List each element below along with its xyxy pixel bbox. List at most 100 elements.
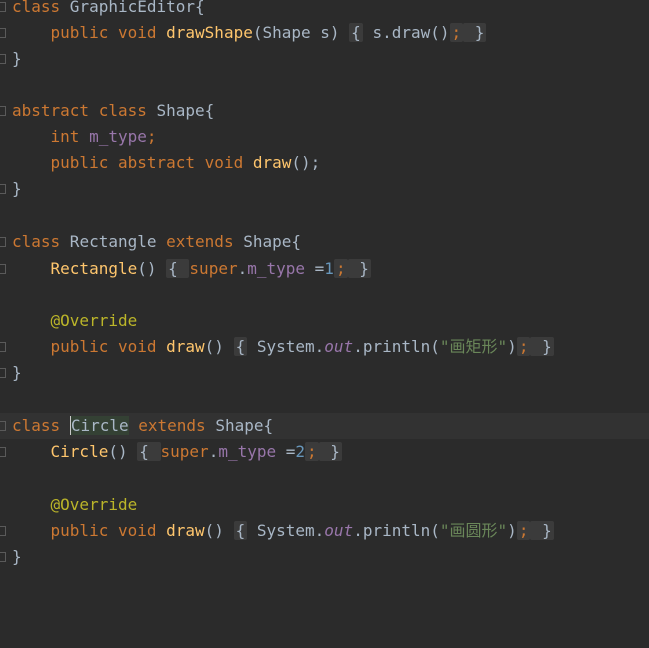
code-line[interactable]: class Rectangle extends Shape{ [0, 229, 649, 255]
token: s.draw() [362, 23, 450, 42]
code-line[interactable]: int m_type; [0, 124, 649, 150]
token-at-caret[interactable]: Circle [69, 416, 129, 435]
token: ; [146, 127, 157, 146]
fold-marker-icon[interactable] [0, 342, 6, 352]
fold-marker-icon[interactable] [0, 421, 6, 431]
folded-block-end[interactable]: } [463, 23, 487, 42]
code-editor[interactable]: class GraphicEditor{ public void drawSha… [0, 0, 649, 576]
token: draw [166, 521, 205, 540]
token: void [117, 337, 157, 356]
token: super [189, 259, 238, 278]
token: 2 [295, 442, 306, 461]
token: . [237, 259, 248, 278]
token: m_type [89, 127, 147, 146]
fold-marker-icon[interactable] [0, 237, 6, 247]
token: { [139, 442, 149, 461]
token: abstract [12, 101, 90, 120]
fold-marker-icon[interactable] [0, 54, 6, 64]
code-line[interactable]: } [0, 360, 649, 386]
code-line[interactable]: @Override [0, 492, 649, 518]
token: Shape{ [146, 101, 215, 120]
token: ) [507, 521, 517, 540]
folded-block[interactable]: { [233, 337, 248, 356]
folded-block[interactable]: { [137, 442, 161, 461]
token: void [117, 521, 157, 540]
token: m_type [247, 259, 306, 278]
token: GraphicEditor{ [60, 0, 205, 16]
folded-block-end[interactable]: } [318, 442, 342, 461]
token: out [324, 521, 354, 540]
token: ; [449, 23, 464, 42]
token: (); [291, 153, 321, 172]
code-line[interactable]: @Override [0, 308, 649, 334]
token: { [235, 337, 246, 356]
token: draw [252, 153, 292, 172]
token: m_type [218, 442, 277, 461]
folded-block[interactable]: { [166, 259, 190, 278]
token: @Override [50, 311, 138, 330]
token: ; [333, 259, 348, 278]
code-line[interactable]: Circle() { super.m_type =2; } [0, 439, 649, 465]
token: out [324, 337, 354, 356]
token: = [276, 442, 296, 461]
code-line[interactable]: public void draw() { System.out.println(… [0, 518, 649, 544]
token: class [12, 416, 61, 435]
token: Shape{ [233, 232, 302, 251]
folded-block-end[interactable]: } [530, 521, 554, 540]
code-line[interactable]: public void draw() { System.out.println(… [0, 334, 649, 360]
token: (Shape s) [252, 23, 350, 42]
token: { [351, 23, 361, 42]
fold-marker-icon[interactable] [0, 106, 6, 116]
fold-marker-icon[interactable] [0, 368, 6, 378]
code-line[interactable]: } [0, 544, 649, 570]
fold-marker-icon[interactable] [0, 2, 6, 12]
token: System. [247, 337, 325, 356]
token: draw [166, 337, 205, 356]
code-line[interactable]: class GraphicEditor{ [0, 0, 649, 20]
token: .println( [353, 337, 440, 356]
token: } [465, 23, 485, 42]
fold-marker-icon[interactable] [0, 526, 6, 536]
token: Circle [50, 442, 109, 461]
token: } [532, 521, 552, 540]
token: class [98, 101, 147, 120]
token: .println( [353, 521, 440, 540]
token: "画圆形" [439, 521, 508, 540]
token: @Override [50, 495, 138, 514]
code-line[interactable]: } [0, 46, 649, 72]
token: () [204, 521, 234, 540]
fold-marker-icon[interactable] [0, 447, 6, 457]
token: Shape{ [205, 416, 274, 435]
token: ) [507, 337, 517, 356]
code-line[interactable]: public void drawShape(Shape s) { s.draw(… [0, 20, 649, 46]
token: () [204, 337, 234, 356]
token: "画矩形" [439, 337, 508, 356]
token: Rectangle [50, 259, 138, 278]
folded-block[interactable]: { [233, 521, 248, 540]
folded-block-end[interactable]: } [347, 259, 371, 278]
token: . [208, 442, 219, 461]
folded-block[interactable]: { [349, 23, 363, 42]
token: { [168, 259, 178, 278]
fold-marker-icon[interactable] [0, 184, 6, 194]
fold-marker-icon[interactable] [0, 264, 6, 274]
fold-marker-icon[interactable] [0, 28, 6, 38]
token: void [117, 23, 157, 42]
token: int [50, 127, 80, 146]
token: } [12, 363, 22, 382]
token: void [204, 153, 244, 172]
code-line[interactable]: abstract class Shape{ [0, 98, 649, 124]
folded-block-end[interactable]: } [530, 337, 554, 356]
token: class [12, 0, 61, 16]
token: } [349, 259, 369, 278]
code-line[interactable]: } [0, 176, 649, 202]
token: System. [247, 521, 325, 540]
token: () [108, 442, 138, 461]
token: } [12, 49, 22, 68]
token: class [12, 232, 61, 251]
code-line-current[interactable]: class Circle extends Shape{ [0, 413, 649, 439]
code-line[interactable]: public abstract void draw(); [0, 150, 649, 176]
code-line[interactable]: Rectangle() { super.m_type =1; } [0, 256, 649, 282]
fold-marker-icon[interactable] [0, 552, 6, 562]
